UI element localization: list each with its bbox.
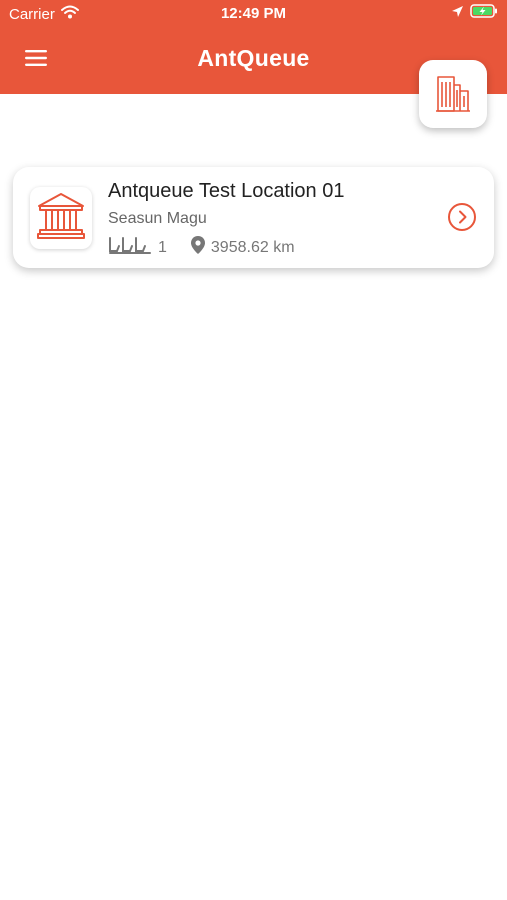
bank-icon — [36, 192, 86, 245]
queue-count: 1 — [158, 238, 167, 256]
location-name: Antqueue Test Location 01 — [108, 180, 345, 202]
status-time: 12:49 PM — [220, 5, 287, 22]
status-bar: Carrier 12:49 PM — [0, 0, 507, 28]
buildings-button[interactable] — [419, 60, 487, 128]
location-arrow-icon — [451, 5, 464, 22]
distance-value: 3958.62 km — [210, 238, 295, 256]
battery-charging-icon — [470, 4, 498, 22]
chevron-right-circle-icon — [447, 202, 477, 237]
open-location-button[interactable] — [447, 202, 477, 237]
buildings-icon — [435, 71, 471, 118]
location-card[interactable]: Antqueue Test Location 01 Seasun Magu 1 — [13, 167, 494, 268]
map-pin-icon — [190, 236, 205, 259]
status-right — [451, 4, 498, 22]
queue-people-icon — [108, 236, 152, 259]
location-owner: Seasun Magu — [108, 210, 207, 227]
location-meta: 1 3958.62 km — [108, 236, 295, 259]
location-icon-tile — [30, 187, 92, 249]
queue-count-group: 1 — [108, 236, 167, 259]
distance-group: 3958.62 km — [190, 236, 295, 259]
